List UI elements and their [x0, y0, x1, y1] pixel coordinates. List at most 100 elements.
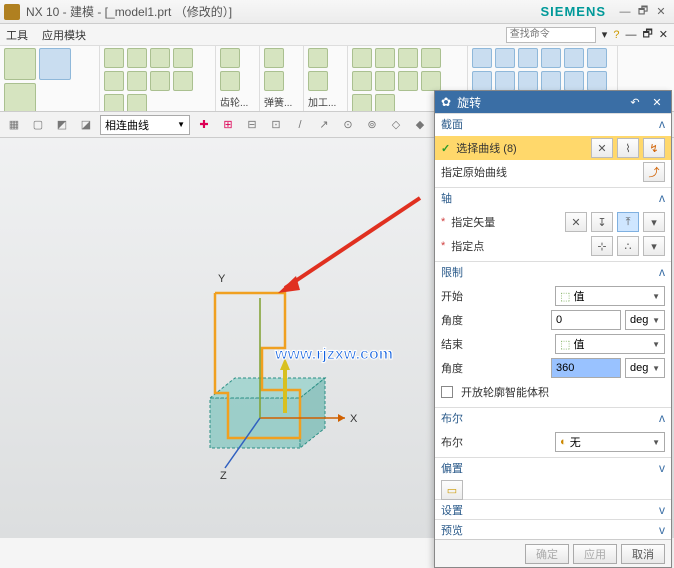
- inner-minimize-button[interactable]: —: [625, 29, 636, 41]
- ribbon-icon[interactable]: [150, 71, 170, 91]
- section-header-limits[interactable]: 限制 ʌ: [435, 261, 671, 281]
- ribbon-icon[interactable]: [375, 48, 395, 68]
- ribbon-icon[interactable]: [398, 71, 418, 91]
- vector-dropdown-button[interactable]: ▾: [643, 212, 665, 232]
- section-header-offset[interactable]: 偏置 v: [435, 457, 671, 477]
- ribbon-icon[interactable]: [352, 71, 372, 91]
- ribbon-icon[interactable]: [375, 71, 395, 91]
- ribbon-icon[interactable]: [421, 48, 441, 68]
- open-profile-checkbox[interactable]: [441, 386, 453, 398]
- ribbon-icon[interactable]: [421, 71, 441, 91]
- more-icon[interactable]: [39, 48, 71, 80]
- ribbon-icon[interactable]: [352, 94, 372, 112]
- ribbon-icon[interactable]: [587, 71, 607, 91]
- section-label: 轴: [441, 190, 452, 206]
- ribbon-icon[interactable]: [104, 71, 124, 91]
- offset-icon[interactable]: ▭: [441, 480, 463, 500]
- ribbon-icon[interactable]: [541, 71, 561, 91]
- dialog-close-icon[interactable]: ✕: [649, 96, 665, 109]
- ribbon-icon[interactable]: [104, 48, 124, 68]
- curve-rule-select[interactable]: 相连曲线 ▼: [100, 115, 190, 135]
- ribbon-icon[interactable]: [495, 71, 515, 91]
- ribbon-icon[interactable]: [127, 71, 147, 91]
- select-body-icon[interactable]: ◩: [52, 115, 72, 135]
- ribbon-icon[interactable]: [352, 48, 372, 68]
- ribbon-icon[interactable]: [220, 48, 240, 68]
- ribbon-icon[interactable]: [127, 48, 147, 68]
- ribbon-icon[interactable]: [127, 94, 147, 112]
- ribbon-icon[interactable]: [308, 48, 328, 68]
- help-icon[interactable]: ?: [613, 29, 619, 41]
- dialog-footer: 确定 应用 取消: [435, 539, 671, 567]
- ribbon-icon[interactable]: [150, 48, 170, 68]
- end-angle-unit[interactable]: deg▼: [625, 358, 665, 378]
- point-constructor-button[interactable]: ∴: [617, 236, 639, 256]
- search-input[interactable]: [506, 27, 596, 43]
- vector-constructor-button[interactable]: ↧: [591, 212, 613, 232]
- ribbon-icon[interactable]: [264, 48, 284, 68]
- menu-app-module[interactable]: 应用模块: [42, 27, 86, 43]
- start-angle-input[interactable]: 0: [551, 310, 621, 330]
- start-type-select[interactable]: ⬚ 值▼: [555, 286, 665, 306]
- ribbon-icon[interactable]: [587, 48, 607, 68]
- ribbon-icon[interactable]: [173, 48, 193, 68]
- dialog-undo-icon[interactable]: ↶: [627, 96, 643, 109]
- ribbon-icon[interactable]: [308, 71, 328, 91]
- ribbon-icon[interactable]: [375, 94, 395, 112]
- dialog-title-bar[interactable]: ✿ 旋转 ↶ ✕: [435, 91, 671, 113]
- curve-collector-button[interactable]: ↯: [643, 138, 665, 158]
- ribbon-icon[interactable]: [564, 48, 584, 68]
- restore-button[interactable]: 🗗: [634, 2, 652, 21]
- menu-bar: 工具 应用模块 ▾ ? — 🗗 ✕: [0, 24, 674, 46]
- sketch-section-button[interactable]: ✕: [591, 138, 613, 158]
- ribbon-icon[interactable]: [472, 71, 492, 91]
- point-dialog-button[interactable]: ⊹: [591, 236, 613, 256]
- ok-button[interactable]: 确定: [525, 544, 569, 564]
- ribbon-icon[interactable]: [472, 48, 492, 68]
- point-dropdown-button[interactable]: ▾: [643, 236, 665, 256]
- ribbon-icon[interactable]: [495, 48, 515, 68]
- check-icon: ✓: [441, 142, 450, 155]
- inner-close-button[interactable]: ✕: [659, 28, 668, 41]
- section-header-settings[interactable]: 设置 v: [435, 499, 671, 519]
- axis-y-label: Y: [218, 273, 225, 285]
- section-header-axis[interactable]: 轴 ʌ: [435, 187, 671, 207]
- ribbon-icon[interactable]: [541, 48, 561, 68]
- select-face-icon[interactable]: ◪: [76, 115, 96, 135]
- vector-inferred-button[interactable]: ⤒: [617, 212, 639, 232]
- orig-curve-button[interactable]: ⤴: [643, 162, 665, 182]
- ribbon-icon[interactable]: [264, 71, 284, 91]
- ribbon-icon[interactable]: [518, 71, 538, 91]
- cancel-button[interactable]: 取消: [621, 544, 665, 564]
- modeling-icon[interactable]: [4, 48, 36, 80]
- ribbon-icon[interactable]: [564, 71, 584, 91]
- section-label: 预览: [441, 522, 463, 538]
- apply-button[interactable]: 应用: [573, 544, 617, 564]
- ribbon-icon[interactable]: [220, 71, 240, 91]
- chevron-down-icon: v: [659, 523, 665, 537]
- search-dropdown-icon[interactable]: ▾: [602, 28, 608, 41]
- section-header-preview[interactable]: 预览 v: [435, 519, 671, 539]
- menu-tools[interactable]: 工具: [6, 27, 28, 43]
- minimize-button[interactable]: —: [616, 6, 634, 18]
- dialog-title: 旋转: [457, 94, 621, 111]
- start-angle-unit[interactable]: deg▼: [625, 310, 665, 330]
- select-rect-icon[interactable]: ▢: [28, 115, 48, 135]
- filter-icon[interactable]: ▦: [4, 115, 24, 135]
- surface-icon[interactable]: [4, 83, 36, 112]
- boolean-select[interactable]: ◐ 无▼: [555, 432, 665, 452]
- inner-restore-button[interactable]: 🗗: [642, 25, 652, 44]
- curve-icon-button[interactable]: ⌇: [617, 138, 639, 158]
- ribbon-icon[interactable]: [173, 71, 193, 91]
- specify-vector-row: * 指定矢量 ✕ ↧ ⤒ ▾: [441, 210, 665, 234]
- end-angle-input[interactable]: 360: [551, 358, 621, 378]
- ribbon-icon[interactable]: [398, 48, 418, 68]
- close-button[interactable]: ✕: [652, 5, 670, 18]
- vector-dialog-button[interactable]: ✕: [565, 212, 587, 232]
- ribbon-icon[interactable]: [104, 94, 124, 112]
- ribbon-icon[interactable]: [518, 48, 538, 68]
- end-type-select[interactable]: ⬚ 值▼: [555, 334, 665, 354]
- select-curve-row[interactable]: ✓ 选择曲线 (8) ✕ ⌇ ↯: [435, 136, 671, 160]
- section-header-section[interactable]: 截面 ʌ: [435, 113, 671, 133]
- section-header-boolean[interactable]: 布尔 ʌ: [435, 407, 671, 427]
